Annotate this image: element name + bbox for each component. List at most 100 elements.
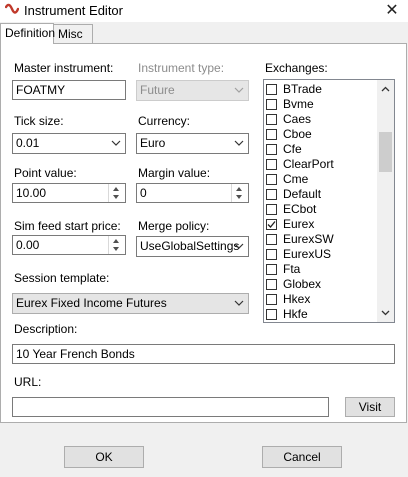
checkbox-unchecked[interactable] [266,159,277,170]
checkbox-unchecked[interactable] [266,99,277,110]
exchange-item-label: EurexSW [283,232,334,246]
instrument-type-label: Instrument type: [138,61,225,75]
checkbox-unchecked[interactable] [266,234,277,245]
exchange-item-label: Eurex [283,217,315,231]
scroll-down-icon[interactable] [381,310,390,316]
checkbox-checked[interactable] [266,219,277,230]
window-title: Instrument Editor [24,3,123,18]
exchange-item-label: EurexUS [283,247,332,261]
description-input[interactable]: 10 Year French Bonds [12,344,395,364]
chevron-down-icon [111,140,121,146]
visit-button[interactable]: Visit [345,397,395,417]
exchange-item[interactable]: ClearPort [266,157,334,172]
description-label: Description: [14,322,78,336]
instrument-type-select[interactable]: Future [136,80,249,101]
exchange-item[interactable]: Fta [266,262,300,277]
currency-label: Currency: [138,114,191,128]
currency-select[interactable]: Euro [136,133,249,154]
exchange-item[interactable]: Bvme [266,97,314,112]
exchange-item-label: Default [283,187,322,201]
tick-size-value: 0.01 [16,136,40,150]
merge-policy-value: UseGlobalSettings [140,239,240,253]
exchange-item[interactable]: EurexSW [266,232,334,247]
checkbox-unchecked[interactable] [266,294,277,305]
checkbox-unchecked[interactable] [266,84,277,95]
chevron-down-icon [234,300,244,306]
scroll-up-icon[interactable] [381,86,390,92]
url-label: URL: [14,375,42,389]
master-instrument-label: Master instrument: [14,61,114,75]
merge-policy-select[interactable]: UseGlobalSettings [136,236,249,257]
checkbox-unchecked[interactable] [266,249,277,260]
checkbox-unchecked[interactable] [266,114,277,125]
exchange-item[interactable]: Caes [266,112,311,127]
sim-feed-start-price-label: Sim feed start price: [14,219,121,233]
exchange-item[interactable]: Cfe [266,142,302,157]
currency-value: Euro [140,136,166,150]
ok-button[interactable]: OK [64,446,144,468]
chevron-down-icon [234,140,244,146]
exchange-item-label: Hkex [283,292,311,306]
checkbox-unchecked[interactable] [266,129,277,140]
point-value-spinner[interactable] [108,184,125,202]
exchanges-scrollbar[interactable] [377,80,394,322]
point-value-input[interactable]: 10.00 [12,183,126,203]
checkbox-unchecked[interactable] [266,144,277,155]
checkbox-unchecked[interactable] [266,309,277,320]
chevron-down-icon [234,243,244,249]
exchange-item-label: Hkfe [283,307,308,321]
exchange-item-label: Cme [283,172,309,186]
exchange-item[interactable]: Cme [266,172,308,187]
exchange-item[interactable]: Cboe [266,127,312,142]
exchange-item-label: Fta [283,262,301,276]
exchange-item[interactable]: Hkfe [266,307,308,322]
exchange-item-label: BTrade [283,82,322,96]
session-template-label: Session template: [14,271,110,285]
sim-feed-start-price-spinner[interactable] [108,236,125,254]
margin-value-value: 0 [140,186,147,200]
margin-value-spinner[interactable] [231,184,248,202]
merge-policy-label: Merge policy: [138,219,210,233]
url-input[interactable] [12,397,329,417]
sim-feed-start-price-input[interactable]: 0.00 [12,235,126,255]
checkbox-unchecked[interactable] [266,279,277,290]
tick-size-select[interactable]: 0.01 [12,133,126,154]
checkmark-icon [267,221,276,228]
exchanges-label: Exchanges: [265,61,328,75]
checkbox-unchecked[interactable] [266,189,277,200]
exchange-item-label: Cboe [283,127,312,141]
close-button[interactable]: ✕ [376,0,408,22]
tick-size-label: Tick size: [14,114,64,128]
exchange-item-label: Cfe [283,142,302,156]
margin-value-input[interactable]: 0 [136,183,249,203]
exchange-item-label: ClearPort [283,157,334,171]
app-logo-icon [5,3,19,14]
exchange-item-label: Bvme [283,97,314,111]
exchange-item[interactable]: EurexUS [266,247,331,262]
tab-definition[interactable]: Definition [0,23,55,44]
checkbox-unchecked[interactable] [266,174,277,185]
exchange-item[interactable]: Default [266,187,321,202]
session-template-value: Eurex Fixed Income Futures [16,296,167,310]
checkbox-unchecked[interactable] [266,264,277,275]
tab-misc[interactable]: Misc [53,24,93,43]
master-instrument-input[interactable]: FOATMY [12,80,126,100]
point-value-label: Point value: [14,166,77,180]
exchange-item[interactable]: Globex [266,277,321,292]
exchange-item[interactable]: Hkex [266,292,310,307]
title-bar: Instrument Editor ✕ [0,0,408,22]
exchanges-list[interactable]: BTrade Bvme Caes Cboe Cfe ClearPort Cme Default… [263,79,395,323]
scroll-thumb[interactable] [379,132,392,172]
exchange-item-label: Caes [283,112,312,126]
exchange-item[interactable]: Eurex [266,217,314,232]
exchange-item[interactable]: BTrade [266,82,322,97]
margin-value-label: Margin value: [138,166,211,180]
exchange-item-label: Globex [283,277,322,291]
point-value-value: 10.00 [16,186,47,200]
exchange-item-label: ECbot [283,202,317,216]
session-template-select[interactable]: Eurex Fixed Income Futures [12,293,249,314]
cancel-button[interactable]: Cancel [262,446,342,468]
sim-feed-start-price-value: 0.00 [16,238,40,252]
checkbox-unchecked[interactable] [266,204,277,215]
exchange-item[interactable]: ECbot [266,202,316,217]
